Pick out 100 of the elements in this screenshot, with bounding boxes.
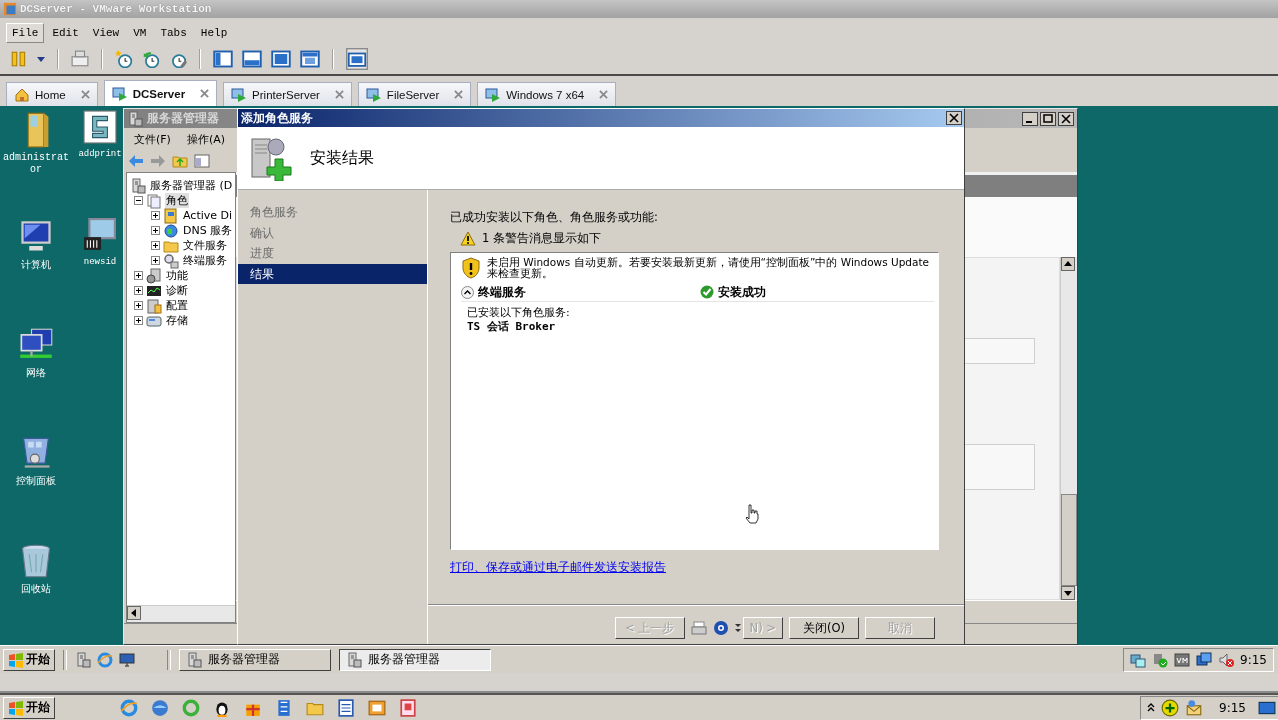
plus-circle-icon[interactable] xyxy=(1161,698,1180,717)
vertical-scrollbar[interactable] xyxy=(1060,257,1077,600)
tab[interactable]: PrinterServer xyxy=(223,82,352,106)
caret-icon[interactable] xyxy=(37,55,45,63)
server-icon xyxy=(346,651,362,668)
monitor-play-icon xyxy=(485,86,502,103)
menu-item[interactable]: Tabs xyxy=(154,23,193,43)
tree-item[interactable]: DNS 服务 xyxy=(182,223,234,238)
wizard-step[interactable]: 进度 xyxy=(238,243,427,264)
presentation-icon[interactable] xyxy=(399,698,417,717)
close-icon[interactable] xyxy=(80,90,90,99)
scroll-icon[interactable] xyxy=(83,110,117,144)
tree-item[interactable]: Active Di xyxy=(182,209,234,222)
desktop-icon-label[interactable]: newsid xyxy=(83,256,117,268)
tree-item[interactable]: 服务器管理器 (D xyxy=(149,178,234,193)
minus-box-icon[interactable] xyxy=(134,196,143,205)
monitor-icon[interactable] xyxy=(119,651,135,668)
taskbar-button[interactable]: 服务器管理器 xyxy=(179,648,331,671)
desktop-icon-label[interactable]: 计算机 xyxy=(21,260,51,272)
scrollbar-thumb[interactable] xyxy=(1061,494,1077,586)
slideshow-icon[interactable] xyxy=(368,698,386,717)
tree-item[interactable]: 存储 xyxy=(165,313,189,328)
tree-item[interactable]: 配置 xyxy=(165,298,189,313)
close-button[interactable] xyxy=(1058,111,1074,126)
server-icon xyxy=(127,110,143,127)
wizard-step[interactable]: 结果 xyxy=(238,263,427,284)
tree-item[interactable]: 功能 xyxy=(165,268,189,283)
plus-box-icon[interactable] xyxy=(134,286,143,295)
start-button[interactable]: 开始 xyxy=(3,648,55,671)
plus-box-icon[interactable] xyxy=(151,241,160,250)
desktop-icon-label[interactable]: 回收站 xyxy=(21,584,51,596)
globe-icon[interactable] xyxy=(151,698,169,717)
horizontal-scrollbar[interactable] xyxy=(127,605,235,622)
close-icon[interactable] xyxy=(599,90,609,99)
check-circle-icon xyxy=(700,285,714,299)
displays-icon[interactable] xyxy=(1196,651,1213,668)
clock: 9:15 xyxy=(1219,700,1246,715)
window-title: 添加角色服务 xyxy=(241,110,313,126)
vm-tools-icon[interactable] xyxy=(1174,651,1191,668)
tree-item[interactable]: 角色 xyxy=(165,193,189,208)
close-button[interactable]: 关闭(O) xyxy=(789,617,859,639)
full-screen-icon[interactable] xyxy=(271,49,291,69)
wizard-step[interactable]: 确认 xyxy=(238,222,427,243)
document-icon[interactable] xyxy=(337,698,355,717)
server-icon[interactable] xyxy=(75,651,91,668)
tree-item[interactable]: 诊断 xyxy=(165,283,189,298)
tab[interactable]: FileServer xyxy=(357,82,472,106)
chevron-up-icon[interactable] xyxy=(461,285,474,299)
mail-icon[interactable] xyxy=(1185,698,1204,717)
report-link[interactable]: 打印、保存或通过电子邮件发送安装报告 xyxy=(450,560,666,575)
printer-icon[interactable] xyxy=(690,620,707,636)
close-icon[interactable] xyxy=(200,89,210,98)
taskbar-button[interactable]: 服务器管理器 xyxy=(339,648,491,671)
plus-box-icon[interactable] xyxy=(134,301,143,310)
menu-item[interactable]: 操作(A) xyxy=(186,131,226,147)
console-view-icon[interactable] xyxy=(346,48,368,70)
desktop-icon-label[interactable]: 控制面板 xyxy=(16,476,56,488)
panel-icon[interactable] xyxy=(194,153,210,169)
window-title: 服务器管理器 xyxy=(147,111,219,126)
wizard-step[interactable]: 角色服务 xyxy=(238,202,427,223)
plus-box-icon[interactable] xyxy=(134,271,143,280)
menu-item[interactable]: 文件(F) xyxy=(134,131,171,147)
film-icon[interactable] xyxy=(275,698,293,717)
menu-item[interactable]: VM xyxy=(127,23,153,43)
snapshot-icon[interactable] xyxy=(115,50,133,68)
section-title: 终端服务 xyxy=(478,284,527,300)
server-icon xyxy=(130,177,146,194)
bottom-panel-icon[interactable] xyxy=(242,49,262,69)
menu-item[interactable]: View xyxy=(86,23,126,43)
flag-icon xyxy=(8,651,24,668)
menu-item[interactable]: File xyxy=(6,23,45,43)
menu-item[interactable]: Edit xyxy=(46,23,85,43)
shield-warning-icon xyxy=(461,257,481,279)
menu-item[interactable]: Help xyxy=(194,23,234,43)
computer-icon[interactable] xyxy=(83,218,117,252)
window-view-icon[interactable] xyxy=(300,49,320,69)
tree-item[interactable]: 终端服务 xyxy=(182,253,228,268)
speaker-muted-icon[interactable] xyxy=(1218,651,1235,668)
plus-box-icon[interactable] xyxy=(151,256,160,265)
network-icon[interactable] xyxy=(1130,651,1147,668)
minimize-button[interactable] xyxy=(1022,111,1038,126)
clipboard-icon xyxy=(146,297,162,314)
revert-icon[interactable] xyxy=(142,50,160,68)
close-button[interactable] xyxy=(946,111,962,125)
tab[interactable]: DCServer xyxy=(103,80,218,106)
plus-box-icon[interactable] xyxy=(151,211,160,220)
close-icon[interactable] xyxy=(454,90,464,99)
desktop-icon-label[interactable]: administrator xyxy=(2,152,70,176)
desktop-icon-label[interactable]: 网络 xyxy=(26,368,46,380)
close-icon[interactable] xyxy=(334,90,344,99)
tree-item[interactable]: 文件服务 xyxy=(182,238,228,253)
plus-box-icon[interactable] xyxy=(151,226,160,235)
tab[interactable]: Windows 7 x64 xyxy=(477,82,617,106)
tab[interactable]: Home xyxy=(6,82,98,106)
chevron-up-icon[interactable] xyxy=(1147,702,1156,713)
maximize-button[interactable] xyxy=(1040,111,1056,126)
desktop-icon-label[interactable]: addprint xyxy=(78,148,122,160)
start-button[interactable]: 开始 xyxy=(3,696,55,719)
sidebar-view-icon[interactable] xyxy=(213,49,233,69)
plus-box-icon[interactable] xyxy=(134,316,143,325)
